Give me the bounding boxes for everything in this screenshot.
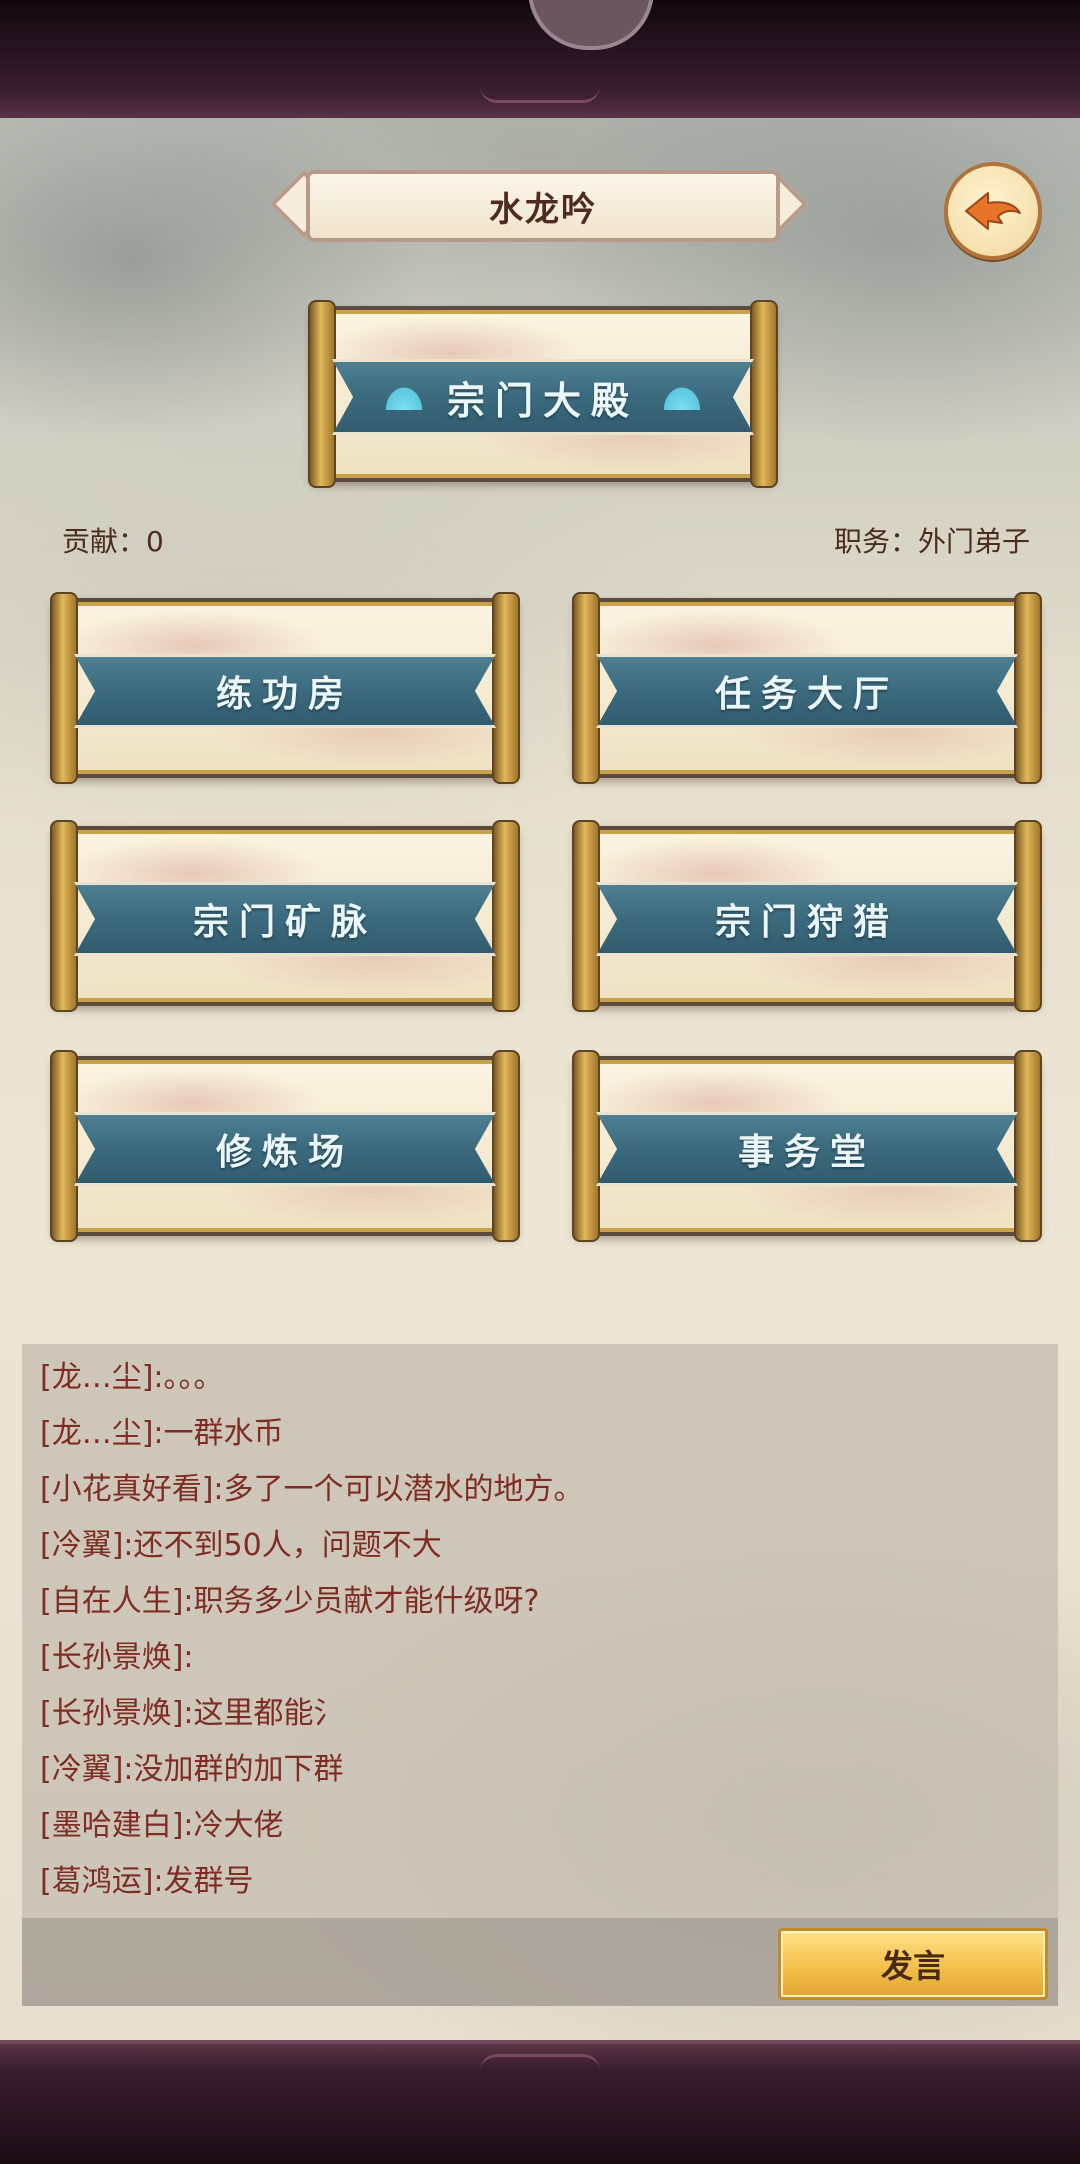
banner-ribbon: 宗门狩猎 <box>596 882 1018 956</box>
banner-post-left <box>50 1050 78 1242</box>
chat-message: [冷翼]:还不到50人，问题不大 <box>40 1528 442 1563</box>
banner-post-right <box>492 820 520 1012</box>
mascot-icon <box>528 0 654 50</box>
banner-ribbon: 修炼场 <box>74 1112 496 1186</box>
banner-ribbon: 事务堂 <box>596 1112 1018 1186</box>
banner-post-right <box>1014 1050 1042 1242</box>
banner-ribbon: 任务大厅 <box>596 654 1018 728</box>
banner-post-right <box>492 1050 520 1242</box>
facility-label: 事务堂 <box>737 1132 876 1173</box>
title-plate-body: 水龙吟 <box>306 170 780 242</box>
chat-panel[interactable]: [龙…尘]:。。。 [龙…尘]:一群水币 [小花真好看]:多了一个可以潜水的地方… <box>22 1344 1058 1918</box>
back-button[interactable] <box>944 162 1042 260</box>
banner-post-left <box>572 1050 600 1242</box>
facility-affairs-hall-button[interactable]: 事务堂 <box>572 1050 1042 1242</box>
chat-message: [小花真好看]:多了一个可以潜水的地方。 <box>40 1472 584 1507</box>
facility-label: 练功房 <box>215 674 354 715</box>
banner-post-right <box>492 592 520 784</box>
facility-label: 宗门矿脉 <box>192 902 377 943</box>
facility-training-room-button[interactable]: 练功房 <box>50 592 520 784</box>
top-ornament <box>480 86 600 103</box>
chat-message: [龙…尘]:。。。 <box>40 1360 224 1395</box>
banner-ribbon: 练功房 <box>74 654 496 728</box>
banner-post-right <box>1014 592 1042 784</box>
facility-label: 任务大厅 <box>714 674 899 715</box>
bottom-bar <box>0 2040 1080 2164</box>
banner-ribbon: 宗门大殿 <box>332 359 754 435</box>
top-bar <box>0 0 1080 122</box>
fan-icon <box>382 384 425 410</box>
facility-practice-ground-button[interactable]: 修炼场 <box>50 1050 520 1242</box>
banner-post-left <box>572 592 600 784</box>
banner-post-right <box>750 300 778 488</box>
facility-sect-mine-button[interactable]: 宗门矿脉 <box>50 820 520 1012</box>
banner-post-right <box>1014 820 1042 1012</box>
send-message-button[interactable]: 发言 <box>778 1928 1048 2000</box>
chat-input-bar: 发言 <box>22 1918 1058 2006</box>
chat-message: [葛鸿运]:发群号 <box>40 1864 254 1899</box>
chat-message: [冷翼]:没加群的加下群 <box>40 1752 344 1787</box>
chat-message-list[interactable]: [龙…尘]:。。。 [龙…尘]:一群水币 [小花真好看]:多了一个可以潜水的地方… <box>22 1344 1058 1910</box>
banner-ribbon: 宗门矿脉 <box>74 882 496 956</box>
back-arrow-icon <box>965 192 1021 230</box>
fan-icon <box>661 384 703 410</box>
hall-label: 宗门大殿 <box>446 378 639 423</box>
chat-message: [墨哈建白]:冷大佬 <box>40 1808 284 1843</box>
contribution-text: 贡献：0 <box>62 525 164 558</box>
hall-banner[interactable]: 宗门大殿 <box>308 300 778 488</box>
banner-post-left <box>308 300 336 488</box>
facility-sect-hunt-button[interactable]: 宗门狩猎 <box>572 820 1042 1012</box>
banner-post-left <box>50 592 78 784</box>
facility-label: 修炼场 <box>215 1132 354 1173</box>
chat-message: [龙…尘]:一群水币 <box>40 1416 284 1451</box>
chat-message: [长孙景焕]:这里都能氵 <box>40 1696 344 1731</box>
chat-message: [自在人生]:职务多少员献才能什级呀? <box>40 1584 540 1619</box>
facility-quest-hall-button[interactable]: 任务大厅 <box>572 592 1042 784</box>
title-plate: 水龙吟 <box>268 170 810 242</box>
position-text: 职务：外门弟子 <box>833 525 1030 558</box>
bottom-ornament <box>480 2054 600 2071</box>
facility-label: 宗门狩猎 <box>714 902 899 943</box>
banner-post-left <box>572 820 600 1012</box>
chat-message: [长孙景焕]: <box>40 1640 194 1675</box>
banner-post-left <box>50 820 78 1012</box>
page-title: 水龙吟 <box>489 189 597 230</box>
